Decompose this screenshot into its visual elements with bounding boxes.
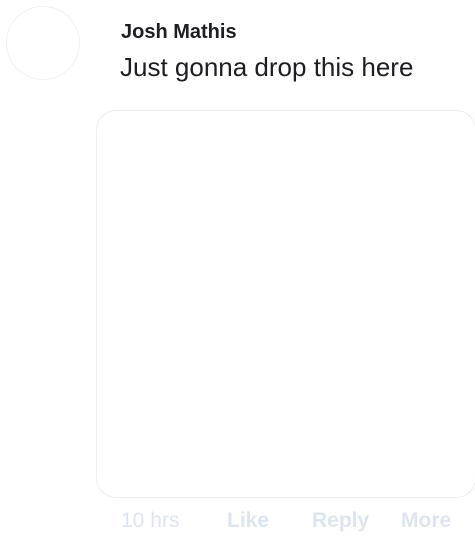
comment-author[interactable]: Josh Mathis	[121, 21, 237, 44]
comment-timestamp[interactable]: 10 hrs	[121, 509, 179, 533]
like-button[interactable]: Like	[227, 509, 269, 533]
avatar[interactable]	[6, 6, 80, 80]
comment-attachment[interactable]	[96, 110, 475, 498]
comment: Josh Mathis Just gonna drop this here 10…	[0, 0, 475, 540]
more-button[interactable]: More	[401, 509, 451, 533]
reply-button[interactable]: Reply	[312, 509, 369, 533]
comment-text: Just gonna drop this here	[120, 52, 414, 82]
